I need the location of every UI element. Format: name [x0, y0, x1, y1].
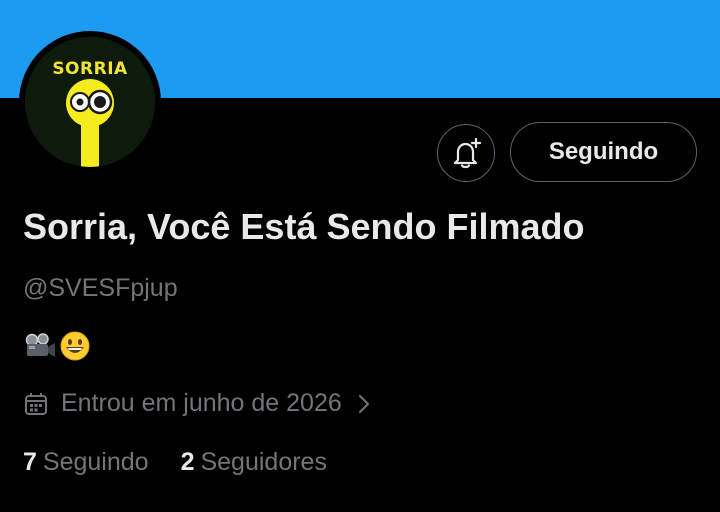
following-stat[interactable]: 7 Seguindo — [23, 448, 149, 477]
avatar[interactable]: SORRIA — [25, 37, 155, 167]
notifications-button[interactable] — [437, 124, 495, 182]
joined-date-text: Entrou em junho de 2026 — [61, 389, 342, 417]
bell-plus-icon — [453, 137, 482, 169]
display-name: Sorria, Você Está Sendo Filmado — [23, 206, 585, 247]
bio — [23, 330, 91, 362]
following-button[interactable]: Seguindo — [510, 122, 697, 182]
profile-stats: 7 Seguindo 2 Seguidores — [23, 448, 327, 477]
handle: @SVESFpjup — [23, 274, 178, 302]
followers-stat[interactable]: 2 Seguidores — [181, 448, 327, 477]
joined-date[interactable]: Entrou em junho de 2026 — [23, 389, 374, 418]
chevron-right-icon — [358, 394, 369, 413]
calendar-icon — [25, 392, 47, 415]
followers-label: Seguidores — [200, 448, 327, 476]
followers-count: 2 — [180, 448, 195, 476]
movie-camera-icon — [25, 333, 55, 357]
following-label: Seguindo — [42, 448, 149, 476]
avatar-container[interactable]: SORRIA — [19, 31, 161, 173]
avatar-logo-text: SORRIA — [52, 59, 128, 79]
grinning-face-icon — [60, 331, 90, 361]
following-count: 7 — [23, 448, 37, 476]
